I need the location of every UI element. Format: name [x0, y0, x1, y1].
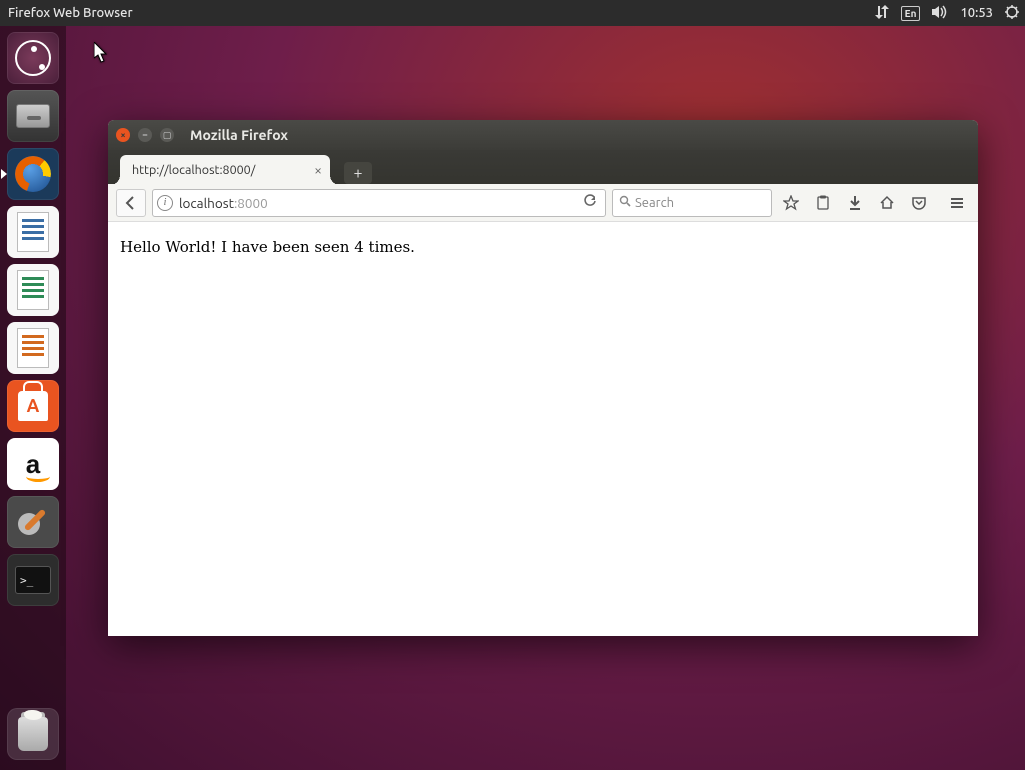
launcher-item-files[interactable]	[7, 90, 59, 142]
window-title: Mozilla Firefox	[190, 127, 288, 143]
launcher-item-settings[interactable]	[7, 496, 59, 548]
network-indicator-icon[interactable]	[875, 5, 889, 22]
back-button[interactable]	[116, 189, 146, 217]
new-tab-button[interactable]: +	[344, 162, 372, 184]
launcher-item-amazon[interactable]: a	[7, 438, 59, 490]
terminal-icon: >_	[15, 566, 51, 594]
clock[interactable]: 10:53	[960, 6, 993, 20]
files-icon	[16, 104, 50, 128]
window-minimize-button[interactable]: –	[138, 128, 152, 142]
launcher-item-impress[interactable]	[7, 322, 59, 374]
writer-icon	[17, 212, 49, 252]
session-indicator-icon[interactable]	[1005, 5, 1019, 22]
search-placeholder: Search	[635, 196, 674, 210]
ubuntu-dash-icon	[15, 40, 51, 76]
tab-close-button[interactable]: ×	[314, 162, 322, 178]
hamburger-icon	[949, 195, 965, 211]
hamburger-menu-button[interactable]	[944, 190, 970, 216]
back-arrow-icon	[124, 196, 138, 210]
running-indicator-icon	[1, 169, 7, 179]
firefox-icon	[15, 156, 51, 192]
launcher-item-dash[interactable]	[7, 32, 59, 84]
star-icon	[783, 195, 799, 211]
input-language-indicator[interactable]: En	[901, 6, 921, 21]
clipboard-icon	[815, 195, 831, 211]
download-icon	[847, 195, 863, 211]
top-menu-bar: Firefox Web Browser En 10:53	[0, 0, 1025, 26]
launcher-item-terminal[interactable]: >_	[7, 554, 59, 606]
tab-title: http://localhost:8000/	[132, 163, 255, 177]
url-text: localhost:8000	[179, 195, 573, 211]
software-icon: A	[18, 391, 48, 421]
pocket-icon	[911, 195, 927, 211]
impress-icon	[17, 328, 49, 368]
site-info-icon[interactable]: i	[157, 195, 173, 211]
mouse-cursor-icon	[94, 42, 110, 68]
tab-strip: http://localhost:8000/ × +	[108, 150, 978, 184]
trash-icon	[18, 717, 48, 751]
url-host: localhost	[179, 195, 234, 211]
active-window-title: Firefox Web Browser	[8, 6, 133, 20]
volume-indicator-icon[interactable]	[932, 5, 948, 22]
page-content: Hello World! I have been seen 4 times.	[108, 222, 978, 272]
bookmark-star-button[interactable]	[778, 190, 804, 216]
window-maximize-button[interactable]: ▢	[160, 128, 174, 142]
firefox-window: × – ▢ Mozilla Firefox http://localhost:8…	[108, 120, 978, 636]
launcher: A a >_	[0, 26, 66, 770]
url-bar[interactable]: i localhost:8000	[152, 189, 606, 217]
launcher-item-software[interactable]: A	[7, 380, 59, 432]
page-body-text: Hello World! I have been seen 4 times.	[120, 238, 415, 256]
launcher-item-trash[interactable]	[7, 708, 59, 760]
amazon-icon: a	[26, 449, 40, 480]
window-close-button[interactable]: ×	[116, 128, 130, 142]
calc-icon	[17, 270, 49, 310]
reload-icon	[583, 194, 597, 208]
search-icon	[619, 195, 631, 210]
launcher-item-writer[interactable]	[7, 206, 59, 258]
settings-icon	[16, 505, 50, 539]
reload-button[interactable]	[579, 194, 601, 211]
home-icon	[879, 195, 895, 211]
browser-tab[interactable]: http://localhost:8000/ ×	[120, 155, 330, 185]
home-button[interactable]	[874, 190, 900, 216]
search-bar[interactable]: Search	[612, 189, 772, 217]
url-port: :8000	[234, 195, 268, 211]
window-titlebar[interactable]: × – ▢ Mozilla Firefox	[108, 120, 978, 150]
plus-icon: +	[353, 164, 362, 182]
downloads-button[interactable]	[842, 190, 868, 216]
pocket-button[interactable]	[906, 190, 932, 216]
launcher-item-calc[interactable]	[7, 264, 59, 316]
bookmarks-menu-button[interactable]	[810, 190, 836, 216]
navigation-toolbar: i localhost:8000 Search	[108, 184, 978, 222]
launcher-item-firefox[interactable]	[7, 148, 59, 200]
